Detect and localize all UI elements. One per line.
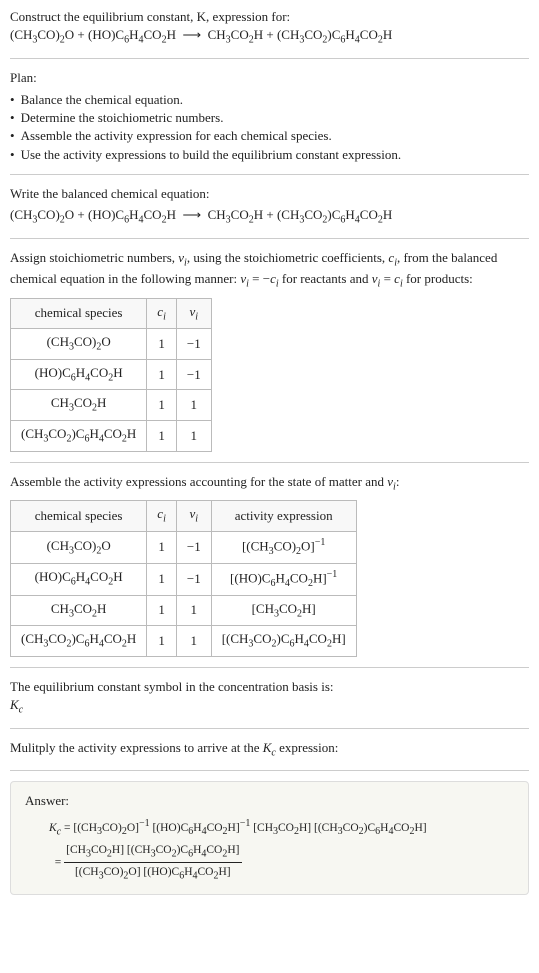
cell-v: −1 bbox=[176, 531, 211, 563]
bullet-icon: • bbox=[10, 146, 15, 164]
table-header-row: chemical species ci νi bbox=[11, 298, 212, 329]
table-row: (CH3CO2)C6H4CO2H 1 1 [(CH3CO2)C6H4CO2H] bbox=[11, 626, 357, 657]
answer-expression: Kc = [(CH3CO)2O]−1 [(HO)C6H4CO2H]−1 [CH3… bbox=[25, 816, 514, 884]
plan-item-text: Assemble the activity expression for eac… bbox=[21, 127, 332, 145]
fraction-denominator: [(CH3CO)2O] [(HO)C6H4CO2H] bbox=[64, 863, 241, 884]
cell-expr: [(CH3CO)2O]−1 bbox=[211, 531, 356, 563]
balanced-equation: (CH3CO)2O + (HO)C6H4CO2H ⟶ CH3CO2H + (CH… bbox=[10, 206, 529, 228]
cell-species: (HO)C6H4CO2H bbox=[11, 563, 147, 595]
plan-title: Plan: bbox=[10, 69, 529, 87]
plan-list: • Balance the chemical equation. • Deter… bbox=[10, 91, 529, 164]
table-row: (CH3CO2)C6H4CO2H 1 1 bbox=[11, 421, 212, 452]
kc-symbol-text: The equilibrium constant symbol in the c… bbox=[10, 678, 529, 696]
col-activity: activity expression bbox=[211, 501, 356, 532]
answer-fraction: [CH3CO2H] [(CH3CO2)C6H4CO2H] [(CH3CO)2O]… bbox=[64, 841, 241, 885]
balanced-section: Write the balanced chemical equation: (C… bbox=[10, 185, 529, 239]
cell-expr: [(HO)C6H4CO2H]−1 bbox=[211, 563, 356, 595]
cell-species: CH3CO2H bbox=[11, 390, 147, 421]
table-row: (HO)C6H4CO2H 1 −1 [(HO)C6H4CO2H]−1 bbox=[11, 563, 357, 595]
cell-species: (HO)C6H4CO2H bbox=[11, 359, 147, 390]
activity-table: chemical species ci νi activity expressi… bbox=[10, 500, 357, 657]
cell-c: 1 bbox=[147, 359, 177, 390]
cell-v: 1 bbox=[176, 390, 211, 421]
plan-item-text: Determine the stoichiometric numbers. bbox=[21, 109, 224, 127]
stoich-table: chemical species ci νi (CH3CO)2O 1 −1 (H… bbox=[10, 298, 212, 452]
plan-item: • Determine the stoichiometric numbers. bbox=[10, 109, 529, 127]
bullet-icon: • bbox=[10, 91, 15, 109]
activity-section: Assemble the activity expressions accoun… bbox=[10, 473, 529, 668]
cell-species: (CH3CO)2O bbox=[11, 329, 147, 360]
stoich-intro: Assign stoichiometric numbers, νi, using… bbox=[10, 249, 529, 292]
plan-section: Plan: • Balance the chemical equation. •… bbox=[10, 69, 529, 175]
cell-v: 1 bbox=[176, 626, 211, 657]
cell-c: 1 bbox=[147, 595, 177, 626]
bullet-icon: • bbox=[10, 127, 15, 145]
plan-item-text: Use the activity expressions to build th… bbox=[21, 146, 402, 164]
table-header-row: chemical species ci νi activity expressi… bbox=[11, 501, 357, 532]
table-row: (CH3CO)2O 1 −1 [(CH3CO)2O]−1 bbox=[11, 531, 357, 563]
plan-item-text: Balance the chemical equation. bbox=[21, 91, 183, 109]
multiply-section: Mulitply the activity expressions to arr… bbox=[10, 739, 529, 772]
col-vi: νi bbox=[176, 298, 211, 329]
col-ci: ci bbox=[147, 501, 177, 532]
cell-c: 1 bbox=[147, 329, 177, 360]
cell-c: 1 bbox=[147, 531, 177, 563]
plan-item: • Balance the chemical equation. bbox=[10, 91, 529, 109]
col-species: chemical species bbox=[11, 298, 147, 329]
table-row: (HO)C6H4CO2H 1 −1 bbox=[11, 359, 212, 390]
table-row: CH3CO2H 1 1 bbox=[11, 390, 212, 421]
construct-text: Construct the equilibrium constant, K, e… bbox=[10, 9, 290, 24]
kc-symbol: Kc bbox=[10, 696, 529, 718]
plan-item: • Assemble the activity expression for e… bbox=[10, 127, 529, 145]
bullet-icon: • bbox=[10, 109, 15, 127]
stoich-section: Assign stoichiometric numbers, νi, using… bbox=[10, 249, 529, 463]
cell-species: CH3CO2H bbox=[11, 595, 147, 626]
cell-v: −1 bbox=[176, 359, 211, 390]
cell-species: (CH3CO2)C6H4CO2H bbox=[11, 421, 147, 452]
cell-v: 1 bbox=[176, 595, 211, 626]
header-section: Construct the equilibrium constant, K, e… bbox=[10, 8, 529, 59]
answer-box: Answer: Kc = [(CH3CO)2O]−1 [(HO)C6H4CO2H… bbox=[10, 781, 529, 895]
cell-c: 1 bbox=[147, 563, 177, 595]
cell-expr: [(CH3CO2)C6H4CO2H] bbox=[211, 626, 356, 657]
cell-c: 1 bbox=[147, 421, 177, 452]
cell-v: −1 bbox=[176, 329, 211, 360]
table-row: CH3CO2H 1 1 [CH3CO2H] bbox=[11, 595, 357, 626]
col-species: chemical species bbox=[11, 501, 147, 532]
cell-v: 1 bbox=[176, 421, 211, 452]
activity-intro: Assemble the activity expressions accoun… bbox=[10, 473, 529, 495]
fraction-numerator: [CH3CO2H] [(CH3CO2)C6H4CO2H] bbox=[64, 841, 241, 863]
cell-species: (CH3CO)2O bbox=[11, 531, 147, 563]
col-vi: νi bbox=[176, 501, 211, 532]
cell-species: (CH3CO2)C6H4CO2H bbox=[11, 626, 147, 657]
construct-prompt: Construct the equilibrium constant, K, e… bbox=[10, 8, 529, 26]
plan-item: • Use the activity expressions to build … bbox=[10, 146, 529, 164]
balanced-title: Write the balanced chemical equation: bbox=[10, 185, 529, 203]
multiply-text: Mulitply the activity expressions to arr… bbox=[10, 739, 529, 761]
cell-v: −1 bbox=[176, 563, 211, 595]
kc-symbol-section: The equilibrium constant symbol in the c… bbox=[10, 678, 529, 729]
cell-expr: [CH3CO2H] bbox=[211, 595, 356, 626]
header-equation: (CH3CO)2O + (HO)C6H4CO2H ⟶ CH3CO2H + (CH… bbox=[10, 26, 529, 48]
table-row: (CH3CO)2O 1 −1 bbox=[11, 329, 212, 360]
cell-c: 1 bbox=[147, 626, 177, 657]
col-ci: ci bbox=[147, 298, 177, 329]
answer-title: Answer: bbox=[25, 792, 514, 810]
cell-c: 1 bbox=[147, 390, 177, 421]
